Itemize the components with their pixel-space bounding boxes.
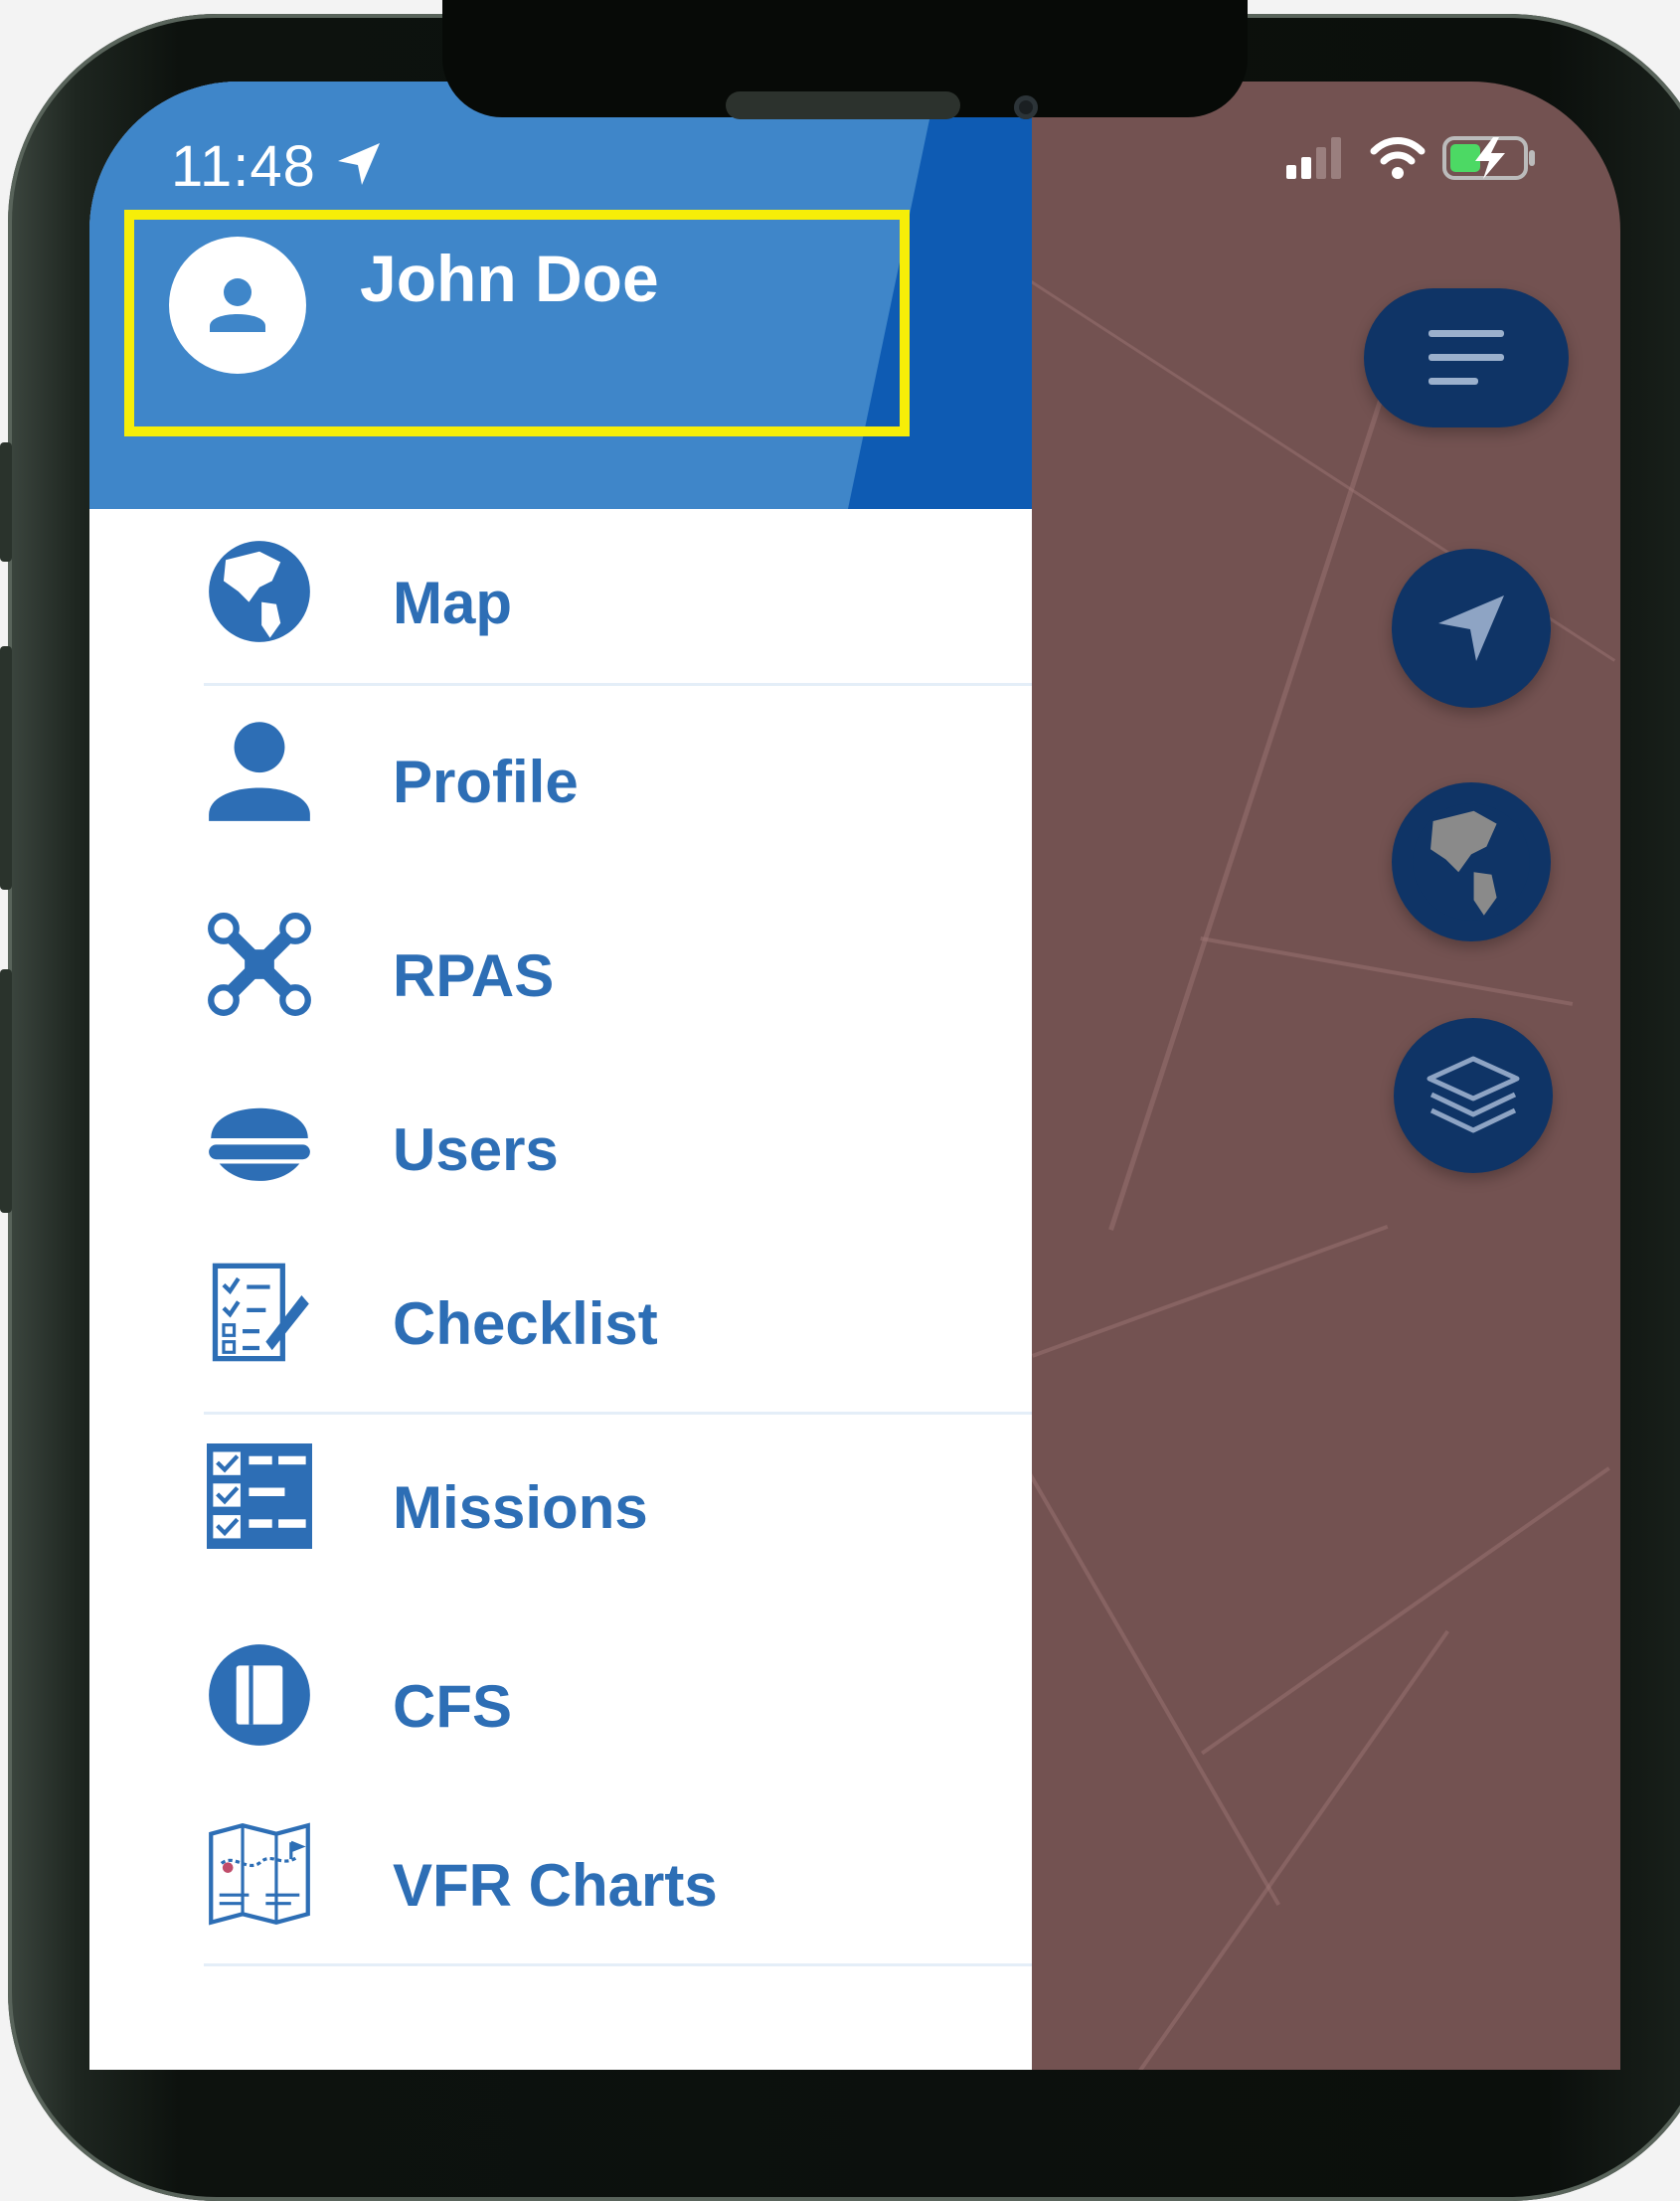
layers-icon [1427, 1056, 1520, 1133]
battery-charging-icon [1442, 136, 1535, 180]
menu-label: VFR Charts [393, 1852, 718, 1919]
checklist-icon [212, 1263, 309, 1362]
menu-label: Users [393, 1116, 559, 1183]
menu-item-profile[interactable]: Profile [89, 718, 1032, 877]
menu-label: Map [393, 570, 512, 636]
layers-fab[interactable] [1394, 1018, 1553, 1173]
menu-item-vfr-charts[interactable]: VFR Charts [89, 1821, 1032, 1980]
menu-item-cfs[interactable]: CFS [89, 1642, 1032, 1801]
menu-label: Checklist [393, 1290, 658, 1357]
menu-label: Profile [393, 749, 579, 815]
drone-icon [208, 913, 311, 1016]
mute-switch [0, 442, 12, 562]
globe-fab[interactable] [1392, 782, 1551, 941]
wifi-icon [1370, 137, 1426, 179]
volume-up-button [0, 646, 12, 890]
pilot-cap-icon [209, 1107, 310, 1181]
menu-label: RPAS [393, 942, 555, 1009]
person-icon [209, 722, 310, 821]
menu-item-rpas[interactable]: RPAS [89, 912, 1032, 1071]
globe-icon [1413, 803, 1530, 921]
highlight-box [124, 210, 910, 436]
volume-down-button [0, 969, 12, 1213]
divider [204, 1963, 1032, 1966]
chart-map-icon [209, 1822, 310, 1926]
location-arrow-icon [338, 143, 380, 185]
globe-icon [209, 541, 310, 642]
menu-item-checklist[interactable]: Checklist [89, 1260, 1032, 1419]
book-icon [209, 1644, 310, 1746]
locate-fab[interactable] [1392, 549, 1551, 708]
menu-label: CFS [393, 1673, 512, 1740]
front-camera [1014, 95, 1038, 119]
menu-item-missions[interactable]: Missions [89, 1443, 1032, 1603]
navigation-arrow-icon [1438, 595, 1504, 661]
menu-icon [1428, 330, 1504, 385]
status-time: 11:48 [171, 134, 316, 199]
earpiece-speaker [726, 91, 960, 119]
divider [204, 1412, 1032, 1415]
menu-item-users[interactable]: Users [89, 1086, 1032, 1245]
menu-fab[interactable] [1364, 288, 1569, 427]
menu-label: Missions [393, 1474, 648, 1541]
cellular-signal-icon [1286, 137, 1341, 179]
menu-item-map[interactable]: Map [89, 539, 1032, 698]
divider [204, 683, 1032, 686]
missions-list-icon [207, 1443, 312, 1549]
